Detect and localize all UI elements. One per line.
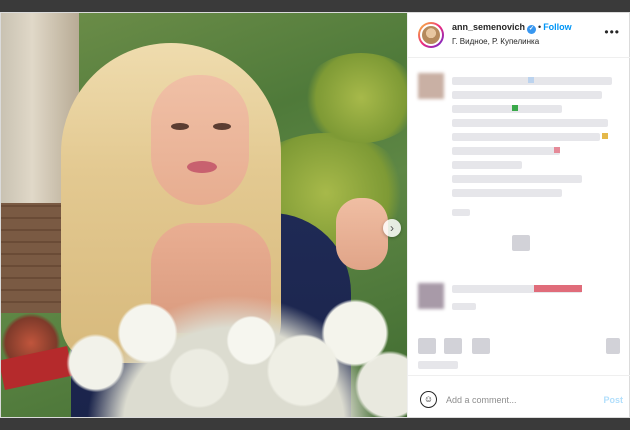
blurred-timestamp: [452, 209, 470, 216]
location-link[interactable]: Г. Видное, Р. Купелинка: [452, 37, 539, 46]
chevron-right-icon: ›: [390, 221, 394, 235]
person-face: [151, 75, 249, 205]
foreground-blossoms: [61, 273, 407, 417]
blurred-caption-line: [452, 175, 582, 183]
post-comment-button[interactable]: Post: [603, 395, 623, 405]
username-link[interactable]: ann_semenovich: [452, 22, 525, 32]
blurred-caption-line: [452, 161, 522, 169]
blurred-share-icon: [472, 338, 490, 354]
blurred-like-icon: [418, 338, 436, 354]
post-photo[interactable]: ›: [1, 13, 407, 417]
blurred-emoji-row: [534, 285, 582, 292]
person-hand: [336, 198, 388, 270]
blurred-caption-line: [452, 147, 560, 155]
blurred-caption-line: [452, 105, 562, 113]
blurred-likes-count: [418, 361, 458, 369]
comment-input[interactable]: [446, 391, 596, 409]
blurred-save-icon: [606, 338, 620, 354]
blurred-caption-line: [452, 119, 608, 127]
person-eye: [171, 123, 189, 130]
next-photo-button[interactable]: ›: [383, 219, 401, 237]
blurred-comment-icon: [444, 338, 462, 354]
blurred-emoji: [554, 147, 560, 153]
divider: [408, 375, 630, 376]
person-eye: [213, 123, 231, 130]
background-bush: [301, 53, 407, 143]
blurred-caption-line: [452, 133, 600, 141]
blurred-comment-meta: [452, 303, 476, 310]
blurred-caption-line: [452, 91, 602, 99]
post-header: ann_semenovich ✓ • Follow Г. Видное, Р. Куп…: [408, 13, 630, 58]
blurred-emoji: [512, 105, 518, 111]
separator-dot: •: [538, 22, 542, 32]
emoji-icon[interactable]: ☺: [420, 391, 437, 408]
avatar[interactable]: [418, 22, 444, 48]
blurred-caption-line: [452, 189, 562, 197]
verified-icon: ✓: [527, 25, 537, 34]
side-panel: ann_semenovich ✓ • Follow Г. Видное, Р. Куп…: [407, 13, 630, 417]
more-options-icon[interactable]: •••: [604, 25, 620, 39]
person-lips: [187, 161, 217, 173]
post-frame: › ann_semenovich ✓ • Follow Г. Видное, Р. К…: [0, 12, 630, 418]
follow-button[interactable]: Follow: [543, 22, 572, 32]
blurred-emoji: [602, 133, 608, 139]
username-row: ann_semenovich ✓ • Follow: [452, 22, 572, 34]
blurred-load-more: [512, 235, 530, 251]
blurred-emoji: [528, 77, 534, 83]
blurred-comment-avatar: [418, 283, 444, 309]
blurred-caption-avatar: [418, 73, 444, 99]
avatar-image: [420, 24, 442, 46]
